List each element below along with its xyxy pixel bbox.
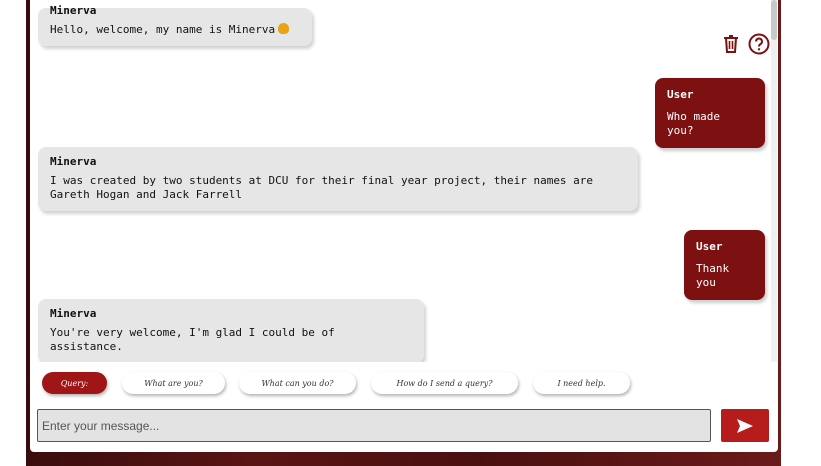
chat-toolbar xyxy=(720,33,770,55)
send-button[interactable] xyxy=(721,409,769,442)
suggestion-chip[interactable]: What can you do? xyxy=(239,372,356,394)
bot-message: Minerva You're very welcome, I'm glad I … xyxy=(38,299,424,362)
user-message: User Thank you xyxy=(684,230,765,300)
scrollbar-thumb[interactable] xyxy=(771,0,777,40)
send-icon xyxy=(737,418,753,433)
query-label-chip: Query: xyxy=(42,372,107,394)
user-message: User Who made you? xyxy=(655,78,765,148)
bot-message: Minerva I was created by two students at… xyxy=(38,147,638,211)
message-text: Who made you? xyxy=(667,110,720,137)
suggestion-chip[interactable]: How do I send a query? xyxy=(371,372,518,394)
suggestion-bar: Query: What are you? What can you do? Ho… xyxy=(30,362,778,404)
message-text: I was created by two students at DCU for… xyxy=(50,174,594,201)
chat-log[interactable]: Minerva Hello, welcome, my name is Miner… xyxy=(30,0,778,362)
chat-scrollbar[interactable] xyxy=(771,0,777,362)
message-text: Hello, welcome, my name is Minerva xyxy=(50,23,276,36)
message-sender: User xyxy=(696,240,723,253)
message-composer xyxy=(30,404,778,452)
message-text: Thank you xyxy=(696,262,730,289)
message-sender: Minerva xyxy=(50,307,97,320)
message-sender: User xyxy=(667,88,694,101)
suggestion-chip[interactable]: I need help. xyxy=(533,372,630,394)
message-sender: Minerva xyxy=(50,4,97,17)
waving-hand-icon xyxy=(278,23,290,34)
message-input[interactable] xyxy=(37,409,711,442)
message-sender: Minerva xyxy=(50,155,97,168)
trash-icon[interactable] xyxy=(720,33,742,55)
help-circle-icon[interactable] xyxy=(748,33,770,55)
message-text: You're very welcome, I'm glad I could be… xyxy=(50,326,335,353)
bot-message: Minerva Hello, welcome, my name is Miner… xyxy=(38,4,312,46)
chat-window: Minerva Hello, welcome, my name is Miner… xyxy=(30,0,778,452)
suggestion-chip[interactable]: What are you? xyxy=(122,372,225,394)
